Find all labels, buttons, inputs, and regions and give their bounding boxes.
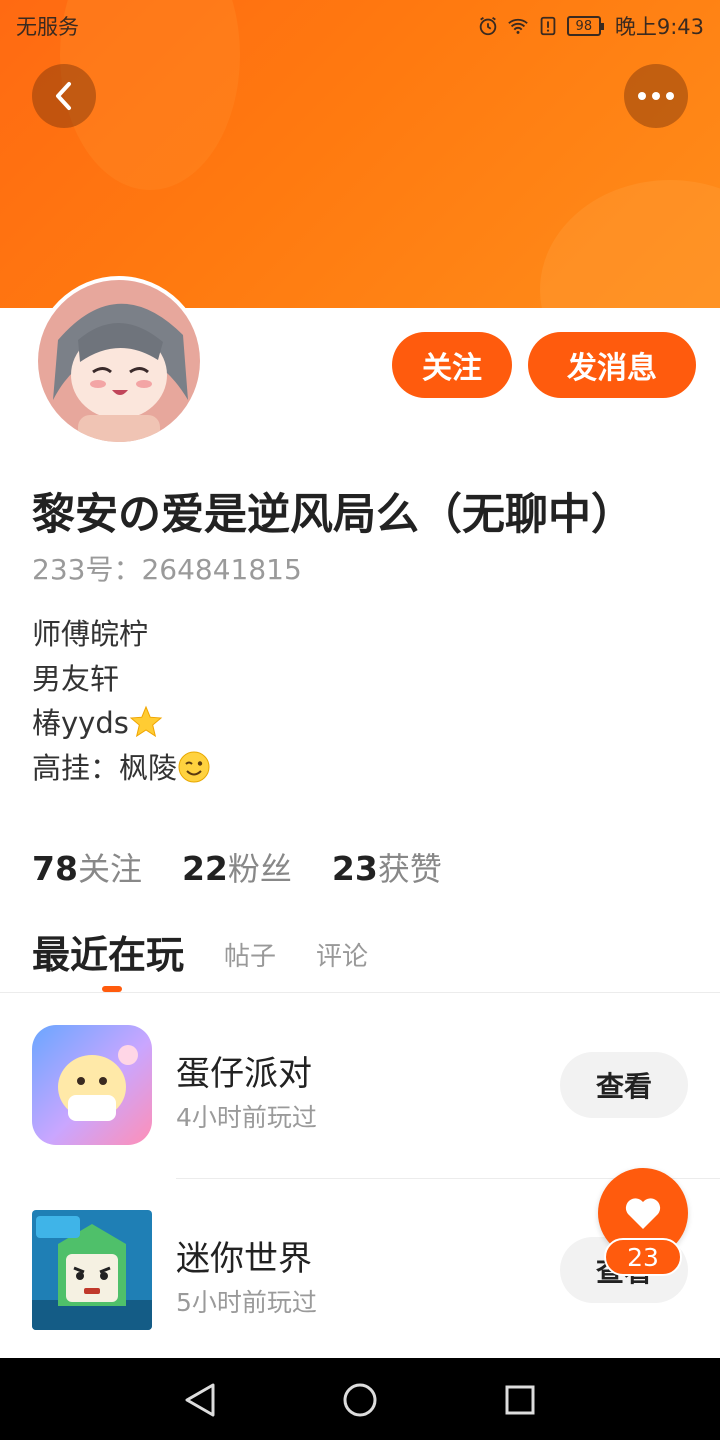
avatar[interactable]: [34, 276, 204, 446]
game-thumbnail: [32, 1210, 152, 1330]
game-last-played: 4小时前玩过: [176, 1103, 317, 1132]
back-button[interactable]: [32, 64, 96, 128]
follow-button[interactable]: 关注: [392, 332, 512, 398]
bio-line: 高挂：枫陵: [32, 746, 211, 791]
clock-text: 晚上9:43: [614, 15, 704, 39]
stat-label: 粉丝: [227, 850, 292, 888]
recents-square-icon: [505, 1385, 535, 1415]
profile-stats: 78关注 22粉丝 23获赞: [32, 844, 442, 890]
bio-line-text: 椿yyds: [32, 706, 129, 740]
game-last-played: 5小时前玩过: [176, 1288, 317, 1317]
bio-line: 师傅皖柠: [32, 612, 211, 657]
game-icon-eggy-party: [32, 1025, 152, 1145]
carrier-text: 无服务: [16, 15, 79, 39]
bio-line: 男友轩: [32, 657, 211, 702]
game-thumbnail: [32, 1025, 152, 1145]
nav-home-button[interactable]: [338, 1378, 382, 1422]
status-bar: 无服务 98 晚上9:43: [0, 0, 720, 48]
alarm-icon: [479, 16, 497, 36]
avatar-image: [38, 280, 200, 442]
banner-decoration: [540, 180, 720, 308]
stat-label: 获赞: [377, 850, 442, 888]
bio-line-text: 师傅皖柠: [32, 617, 149, 651]
chevron-left-icon: [56, 82, 71, 110]
divider: [0, 992, 720, 993]
wink-emoji-icon: [178, 751, 210, 782]
back-triangle-icon: [185, 1383, 215, 1417]
stat-value: 23: [331, 849, 378, 888]
system-nav-bar: [0, 1358, 720, 1440]
stat-value: 78: [32, 849, 78, 888]
like-count-badge: 23: [604, 1238, 682, 1276]
game-name: 迷你世界: [176, 1239, 312, 1279]
profile-bio: 师傅皖柠 男友轩 椿yyds 高挂：枫陵: [32, 612, 211, 790]
home-circle-icon: [343, 1383, 377, 1417]
stat-value: 22: [181, 849, 228, 888]
bio-line-text: 男友轩: [32, 661, 120, 696]
game-icon-mini-world: [32, 1210, 152, 1330]
profile-id: 233号：264841815: [32, 553, 302, 586]
view-game-button[interactable]: 查看: [560, 1052, 688, 1118]
wifi-icon: [508, 18, 528, 34]
stat-likes[interactable]: 23获赞: [332, 844, 442, 890]
battery-icon: 98: [566, 16, 604, 36]
profile-tabs: 最近在玩 帖子 评论: [32, 924, 368, 979]
stat-fans[interactable]: 22粉丝: [182, 844, 292, 890]
tab-posts[interactable]: 帖子: [224, 936, 276, 979]
nav-recents-button[interactable]: [498, 1378, 542, 1422]
sim-alert-icon: [540, 16, 556, 36]
nav-back-button[interactable]: [178, 1378, 222, 1422]
tab-comments[interactable]: 评论: [316, 936, 368, 979]
game-name: 蛋仔派对: [176, 1054, 312, 1094]
send-message-button[interactable]: 发消息: [528, 332, 696, 398]
tab-recently-played[interactable]: 最近在玩: [32, 924, 184, 979]
game-list-item[interactable]: 蛋仔派对 4小时前玩过 查看: [0, 1008, 720, 1178]
battery-level: 98: [575, 18, 593, 34]
heart-icon: [625, 1198, 661, 1229]
star-emoji-icon: [129, 705, 163, 738]
bio-line-text: 高挂：枫陵: [32, 750, 178, 785]
stat-following[interactable]: 78关注: [32, 844, 142, 890]
more-button[interactable]: [624, 64, 688, 128]
stat-label: 关注: [77, 850, 142, 888]
bio-line: 椿yyds: [32, 701, 211, 746]
profile-nickname: 黎安の爱是逆风局么（无聊中）: [32, 490, 634, 540]
more-horizontal-icon: [638, 92, 674, 100]
